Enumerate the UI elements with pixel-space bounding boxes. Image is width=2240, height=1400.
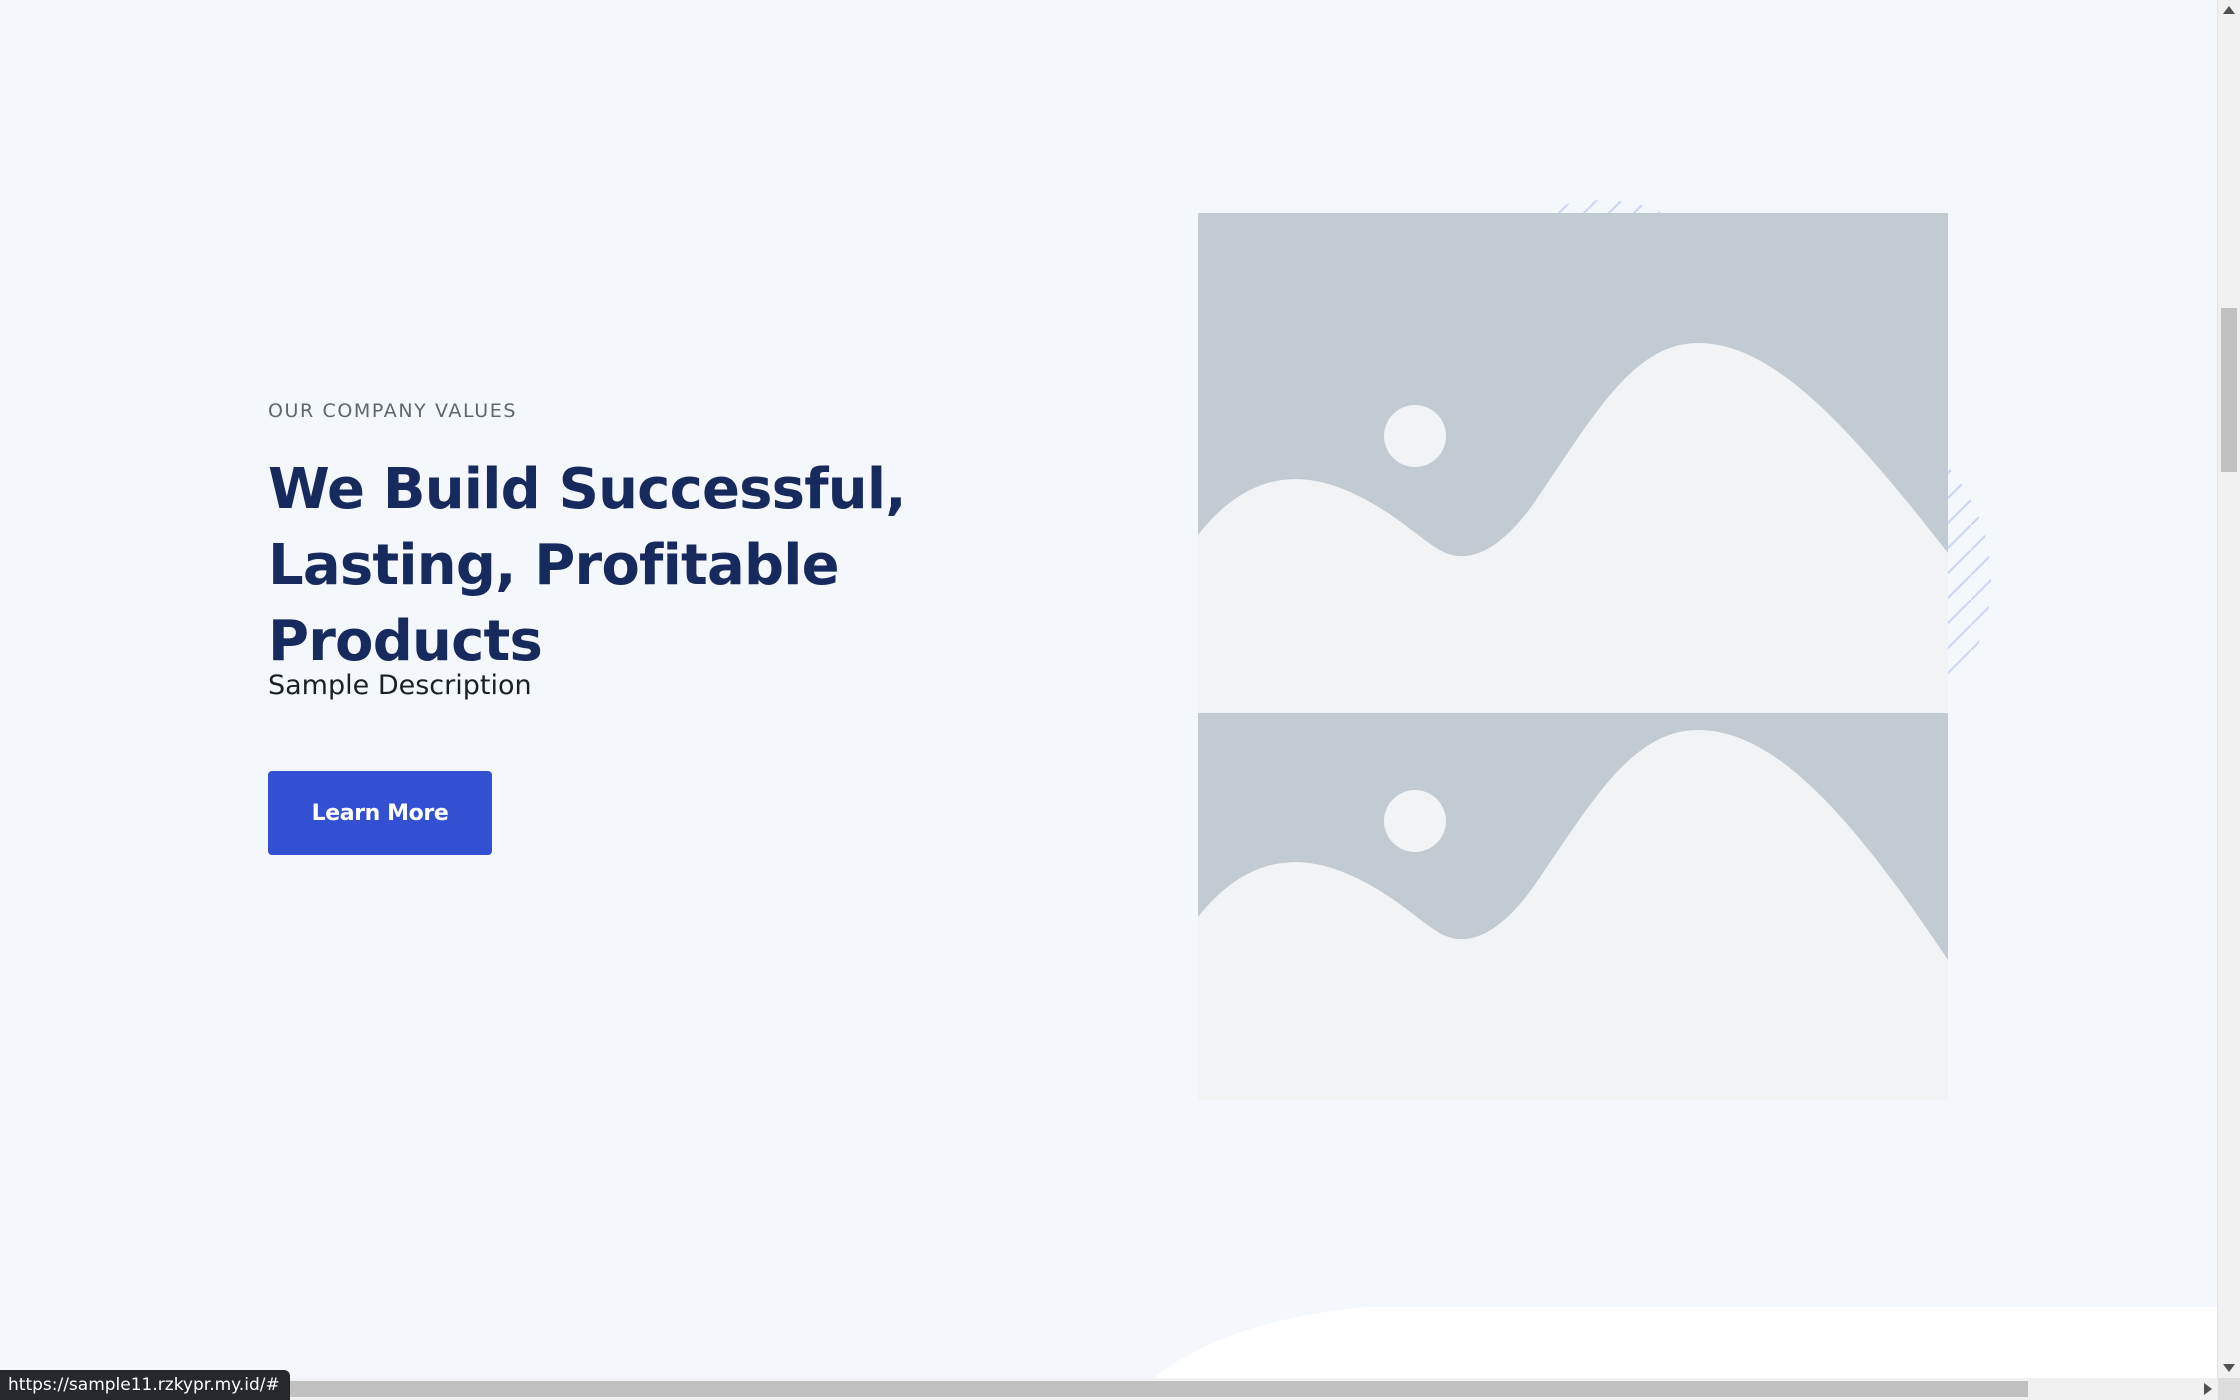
image-placeholder-icon (1198, 213, 1948, 713)
page: OUR COMPANY VALUES We Build Successful, … (0, 0, 2218, 1378)
section-title: We Build Successful, Lasting, Profitable… (268, 457, 907, 674)
section-eyebrow: OUR COMPANY VALUES (268, 400, 518, 422)
diagonal-lines-pattern-right (1946, 464, 1991, 696)
horizontal-scrollbar[interactable] (0, 1378, 2218, 1400)
vertical-scrollbar-thumb[interactable] (2221, 308, 2237, 472)
link-status-bar: https://sample11.rzkypr.my.id/# (0, 1370, 290, 1400)
scroll-right-icon[interactable] (2204, 1383, 2212, 1395)
horizontal-scrollbar-thumb[interactable] (20, 1381, 2028, 1397)
next-section-curve (1152, 1307, 2218, 1378)
image-placeholder-1 (1198, 213, 1948, 713)
scrollbar-corner (2218, 1378, 2240, 1400)
learn-more-button[interactable]: Learn More (268, 771, 492, 855)
scroll-down-icon[interactable] (2223, 1364, 2235, 1372)
section-description: Sample Description (268, 670, 532, 701)
vertical-scrollbar[interactable] (2217, 0, 2240, 1378)
scroll-up-icon[interactable] (2223, 6, 2235, 14)
